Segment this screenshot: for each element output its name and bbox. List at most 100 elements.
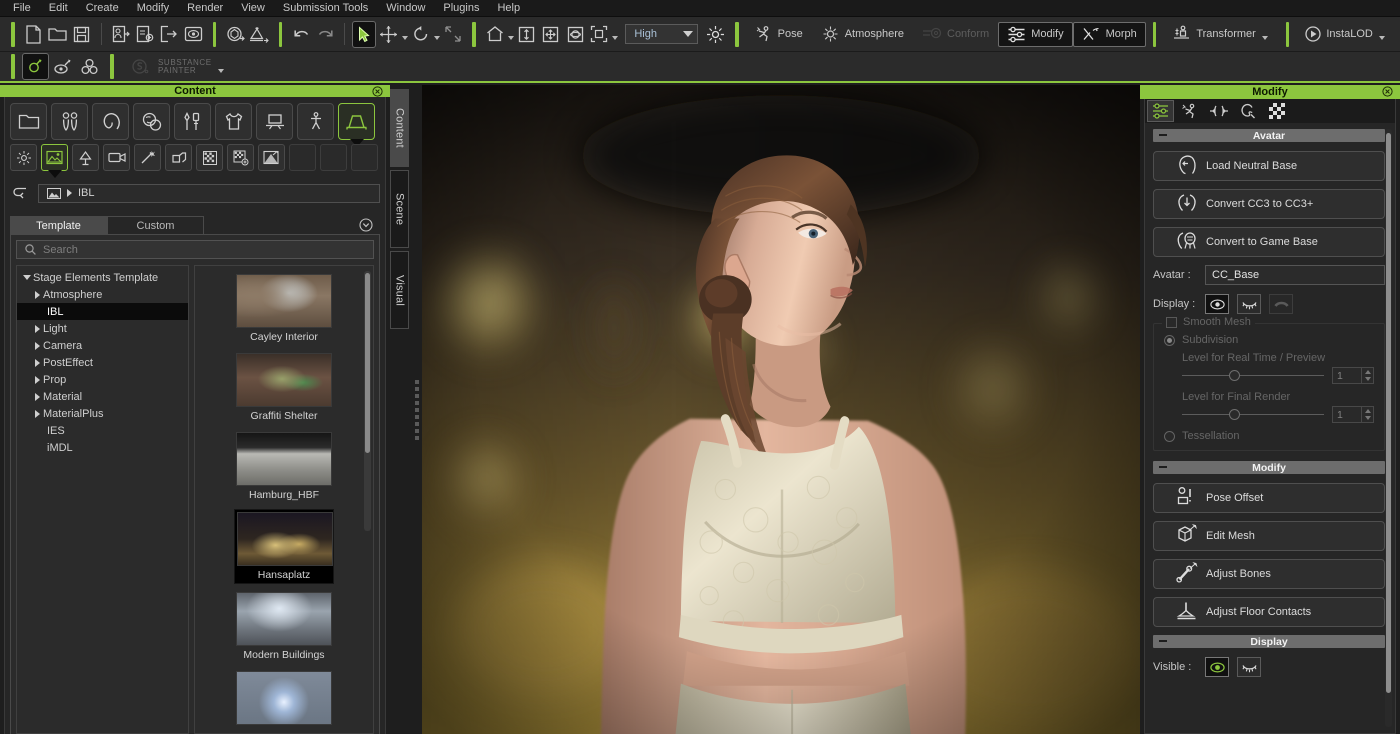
cloth-icon[interactable] <box>215 103 252 140</box>
edit-mesh-button[interactable]: Edit Mesh <box>1153 521 1385 551</box>
list-item[interactable]: Hamburg_HBF <box>234 430 334 503</box>
pose-button[interactable]: Pose <box>746 22 812 47</box>
preview-icon[interactable] <box>181 21 205 48</box>
tree-node-stage-elements-template[interactable]: Stage Elements Template <box>17 269 188 286</box>
transformer-button[interactable]: Transformer <box>1163 22 1279 47</box>
display-brow-toggle[interactable] <box>1269 294 1293 314</box>
path-bar[interactable]: IBL <box>38 184 380 203</box>
twisty-right-icon[interactable] <box>31 342 43 350</box>
tree-node-ies[interactable]: IES <box>17 422 188 439</box>
tab-custom[interactable]: Custom <box>107 216 204 234</box>
appearance-editor-icon[interactable] <box>49 53 76 80</box>
mesh-cluster-icon[interactable] <box>76 53 103 80</box>
stepper-down-icon[interactable] <box>1362 415 1373 423</box>
tree-node-atmosphere[interactable]: Atmosphere <box>17 286 188 303</box>
export-icon[interactable] <box>157 21 181 48</box>
sidebar-item-content[interactable]: Content <box>390 89 409 167</box>
back-icon[interactable] <box>10 183 32 203</box>
move-tool-icon[interactable] <box>376 21 400 48</box>
character-icon[interactable] <box>51 103 88 140</box>
tree-node-posteffect[interactable]: PostEffect <box>17 354 188 371</box>
open-project-icon[interactable] <box>46 21 70 48</box>
pose-tab-icon[interactable] <box>1176 100 1203 122</box>
menu-item-view[interactable]: View <box>232 0 274 17</box>
light-toggle-icon[interactable] <box>704 21 728 48</box>
frame-selection-dropdown[interactable] <box>611 24 619 44</box>
makeup-icon[interactable] <box>133 103 170 140</box>
rotate-tool-dropdown[interactable] <box>433 24 441 44</box>
fit-vertical-icon[interactable] <box>515 21 539 48</box>
visible-on-toggle[interactable] <box>1205 657 1229 677</box>
avatar-section-header[interactable]: Avatar <box>1153 129 1385 142</box>
stepper-down-icon[interactable] <box>1362 376 1373 384</box>
adjust-floor-contacts-button[interactable]: Adjust Floor Contacts <box>1153 597 1385 627</box>
subdivision-radio[interactable] <box>1164 335 1175 346</box>
move-tool-dropdown[interactable] <box>401 24 409 44</box>
substance-painter-dropdown-icon[interactable] <box>217 57 226 77</box>
scale-tab-icon[interactable] <box>1205 100 1232 122</box>
select-tool-icon[interactable] <box>352 21 376 48</box>
new-project-icon[interactable] <box>22 21 46 48</box>
modify-panel-scroll[interactable]: Avatar Load Neutral Base Convert CC3 to … <box>1145 123 1395 733</box>
home-view-icon[interactable] <box>483 21 507 48</box>
subdivision-radio-row[interactable]: Subdivision <box>1164 334 1374 346</box>
tree-node-material[interactable]: Material <box>17 388 188 405</box>
tree-node-ibl[interactable]: IBL <box>17 303 188 320</box>
list-item[interactable]: Cayley Interior <box>234 272 334 345</box>
morph-button[interactable]: Morph <box>1073 22 1146 47</box>
render-quality-select[interactable]: High <box>625 24 698 44</box>
prop-icon[interactable] <box>256 103 293 140</box>
stepper-buttons[interactable] <box>1361 407 1373 422</box>
display-eye-toggle[interactable] <box>1205 294 1229 314</box>
modify-panel-scrollbar[interactable] <box>1385 129 1392 727</box>
redo-icon[interactable] <box>313 21 337 48</box>
display-section-header[interactable]: Display <box>1153 635 1385 648</box>
slider-knob[interactable] <box>1229 409 1240 420</box>
sidebar-item-visual[interactable]: Visual <box>390 251 409 329</box>
twisty-right-icon[interactable] <box>31 291 43 299</box>
stepper-up-icon[interactable] <box>1362 368 1373 376</box>
tree-node-materialplus[interactable]: MaterialPlus <box>17 405 188 422</box>
twisty-right-icon[interactable] <box>31 410 43 418</box>
tab-template[interactable]: Template <box>10 216 107 234</box>
modify-button[interactable]: Modify <box>998 22 1072 47</box>
display-eyelash-toggle[interactable] <box>1237 294 1261 314</box>
convert-game-base-button[interactable]: Convert to Game Base <box>1153 227 1385 257</box>
fit-all-icon[interactable] <box>539 21 563 48</box>
instalod-button[interactable]: InstaLOD <box>1296 22 1395 47</box>
empty-slot-3[interactable] <box>351 144 378 171</box>
instalod-dropdown-icon[interactable] <box>1378 24 1387 44</box>
atmosphere-icon[interactable] <box>10 144 37 171</box>
menu-item-render[interactable]: Render <box>178 0 232 17</box>
folder-icon[interactable] <box>10 103 47 140</box>
stepper-buttons[interactable] <box>1361 368 1373 383</box>
save-project-icon[interactable] <box>70 21 94 48</box>
scrollbar-thumb[interactable] <box>365 273 370 453</box>
menu-item-edit[interactable]: Edit <box>40 0 77 17</box>
collapse-icon[interactable] <box>1159 466 1167 468</box>
convert-cc3-button[interactable]: Convert CC3 to CC3+ <box>1153 189 1385 219</box>
reload-scene-icon[interactable] <box>223 21 247 48</box>
menu-item-window[interactable]: Window <box>377 0 434 17</box>
menu-item-modify[interactable]: Modify <box>128 0 178 17</box>
menu-item-create[interactable]: Create <box>77 0 128 17</box>
splitter-handle[interactable] <box>415 380 419 440</box>
rotate-tool-icon[interactable] <box>409 21 433 48</box>
import-asset-icon[interactable] <box>133 21 157 48</box>
light-icon[interactable] <box>72 144 99 171</box>
pose-offset-button[interactable]: Pose Offset <box>1153 483 1385 513</box>
smart-hair-icon[interactable] <box>22 53 49 80</box>
twisty-right-icon[interactable] <box>31 393 43 401</box>
posteffect-icon[interactable] <box>134 144 161 171</box>
thumbnail-scrollbar[interactable] <box>364 271 371 531</box>
twisty-right-icon[interactable] <box>31 376 43 384</box>
list-item[interactable] <box>234 669 334 727</box>
ibl-icon[interactable] <box>41 144 68 171</box>
menu-item-file[interactable]: File <box>4 0 40 17</box>
tree-node-light[interactable]: Light <box>17 320 188 337</box>
visible-off-toggle[interactable] <box>1237 657 1261 677</box>
ies-icon[interactable] <box>258 144 285 171</box>
stepper-up-icon[interactable] <box>1362 407 1373 415</box>
realtime-level-stepper[interactable]: 1 <box>1332 367 1374 384</box>
close-icon[interactable] <box>371 85 384 98</box>
